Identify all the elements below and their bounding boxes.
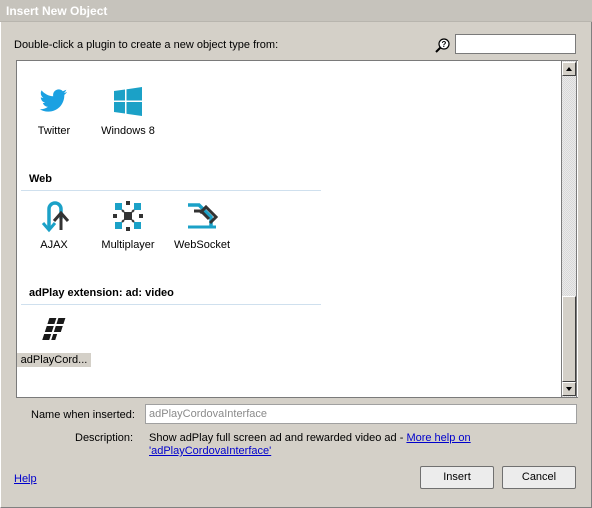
svg-text:?: ? bbox=[442, 40, 447, 49]
ajax-icon bbox=[41, 201, 70, 233]
instruction-text: Double-click a plugin to create a new ob… bbox=[14, 39, 279, 51]
twitter-icon bbox=[39, 89, 68, 112]
plugin-windows-8[interactable]: Windows 8 bbox=[91, 85, 165, 137]
arrow-down-icon bbox=[566, 387, 572, 391]
plugin-ajax[interactable]: AJAX bbox=[17, 199, 91, 251]
category-divider bbox=[21, 304, 321, 305]
description-body: Show adPlay full screen ad and rewarded … bbox=[149, 432, 407, 444]
scroll-down-button[interactable] bbox=[562, 382, 576, 396]
category-header-adplay: adPlay extension: ad: video bbox=[29, 287, 174, 299]
category-divider bbox=[21, 190, 321, 191]
description-text: Show adPlay full screen ad and rewarded … bbox=[149, 432, 499, 458]
plugin-label: AJAX bbox=[40, 239, 68, 251]
window-title: Insert New Object bbox=[6, 4, 108, 18]
help-link[interactable]: Help bbox=[14, 473, 37, 485]
plugin-multiplayer[interactable]: Multiplayer bbox=[91, 199, 165, 251]
scroll-thumb[interactable] bbox=[562, 296, 576, 382]
plugin-twitter[interactable]: Twitter bbox=[17, 85, 91, 137]
cancel-button[interactable]: Cancel bbox=[502, 466, 576, 489]
plugin-list[interactable]: Twitter Windows 8 Web AJAX Multiplayer W… bbox=[16, 60, 578, 398]
name-input[interactable] bbox=[145, 404, 577, 424]
scroll-up-button[interactable] bbox=[562, 62, 576, 76]
name-label: Name when inserted: bbox=[31, 409, 135, 421]
arrow-up-icon bbox=[566, 67, 572, 71]
insert-button[interactable]: Insert bbox=[420, 466, 494, 489]
vertical-scrollbar[interactable] bbox=[561, 60, 577, 398]
plugin-label: Multiplayer bbox=[101, 239, 155, 251]
plugin-adplaycordova[interactable]: adPlayCord... bbox=[17, 313, 91, 367]
plugin-label: Twitter bbox=[37, 125, 71, 137]
windows-icon bbox=[114, 87, 142, 116]
search-input[interactable] bbox=[455, 34, 576, 54]
plugin-label: WebSocket bbox=[173, 239, 231, 251]
plugin-websocket[interactable]: WebSocket bbox=[165, 199, 239, 251]
multiplayer-icon bbox=[113, 201, 143, 231]
description-label: Description: bbox=[75, 432, 134, 444]
plugin-label: adPlayCord... bbox=[17, 353, 91, 367]
plugin-label: Windows 8 bbox=[101, 125, 155, 137]
websocket-icon bbox=[188, 203, 219, 229]
adplay-icon bbox=[42, 318, 66, 340]
category-header-web: Web bbox=[29, 173, 53, 185]
magnifier-help-icon: ? bbox=[435, 38, 450, 53]
title-bar: Insert New Object bbox=[0, 0, 592, 22]
